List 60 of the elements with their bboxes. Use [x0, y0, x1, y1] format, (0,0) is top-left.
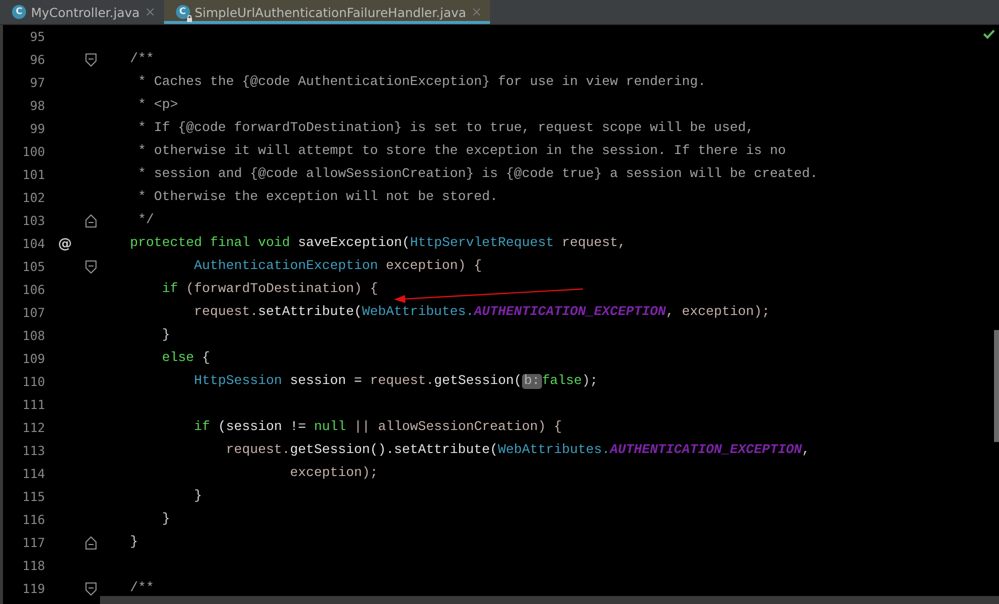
code-line: protected final void saveException(HttpServletRequest request,	[128, 235, 626, 253]
line-number: 107	[21, 305, 45, 320]
line-number: 119	[21, 581, 45, 596]
horizontal-scrollbar[interactable]	[100, 596, 999, 604]
code-line: HttpSession session = request.getSession(b:false);	[192, 373, 598, 391]
code-line: request.setAttribute(WebAttributes.AUTHENTICATION_EXCEPTION, exception);	[192, 304, 770, 322]
code-line: * session and {@code allowSessionCreation} is {@code true} a session will be created.	[136, 166, 818, 184]
code-line: /**	[128, 51, 154, 69]
line-number: 95	[28, 29, 45, 44]
line-number: 104	[21, 236, 45, 251]
scrollbar-thumb[interactable]	[994, 330, 999, 442]
code-line: else {	[160, 350, 210, 368]
close-icon[interactable]: ×	[144, 4, 156, 20]
file-tab[interactable]: C MyController.java ×	[0, 0, 164, 24]
code-line: }	[192, 488, 202, 506]
line-number: 113	[21, 443, 45, 458]
code-line: * Otherwise the exception will not be stored.	[136, 189, 498, 207]
file-tab[interactable]: C SimpleUrlAuthenticationFailureHandler.java ×	[164, 0, 490, 24]
line-number: 108	[21, 328, 45, 343]
class-icon: C	[12, 5, 26, 19]
code-line: * otherwise it will attempt to store the exception in the session. If there is no	[136, 143, 786, 161]
code-line: }	[160, 327, 170, 345]
line-number: 109	[21, 351, 45, 366]
line-number: 101	[21, 167, 45, 182]
line-number: 106	[21, 282, 45, 297]
line-number: 118	[21, 558, 45, 573]
line-number: 112	[21, 420, 45, 435]
fold-icon[interactable]	[85, 582, 97, 596]
line-number: 98	[28, 98, 45, 113]
code-line: request.getSession().setAttribute(WebAttributes.AUTHENTICATION_EXCEPTION,	[224, 442, 810, 460]
code-line: AuthenticationException exception) {	[192, 258, 482, 276]
line-number: 116	[21, 512, 45, 527]
code-line: if (forwardToDestination) {	[160, 281, 378, 299]
code-line: if (session != null || allowSessionCreation) {	[192, 419, 562, 437]
code-line: exception);	[288, 465, 378, 483]
line-number: 114	[21, 466, 45, 481]
class-icon: C	[176, 5, 190, 19]
override-marker[interactable]: @	[58, 236, 72, 252]
code-line: * Caches the {@code AuthenticationException} for use in view rendering.	[136, 74, 706, 92]
fold-icon[interactable]	[85, 214, 97, 228]
line-number: 110	[21, 374, 45, 389]
code-line: * <p>	[136, 97, 178, 115]
line-number: 103	[21, 213, 45, 228]
line-number: 115	[21, 489, 45, 504]
code-line: /**	[128, 580, 154, 598]
code-line: }	[128, 534, 138, 552]
line-number: 99	[28, 121, 45, 136]
fold-icon[interactable]	[85, 536, 97, 550]
line-number: 96	[28, 52, 45, 67]
code-line: * If {@code forwardToDestination} is set to true, request scope will be used,	[136, 120, 754, 138]
line-number: 117	[21, 535, 45, 550]
code-line: */	[136, 212, 154, 230]
fold-icon[interactable]	[85, 260, 97, 274]
line-number: 105	[21, 259, 45, 274]
code-line: }	[160, 511, 170, 529]
line-number: 97	[28, 75, 45, 90]
fold-icon[interactable]	[85, 52, 97, 66]
line-number: 102	[21, 190, 45, 205]
line-number: 100	[21, 144, 45, 159]
line-number: 111	[21, 397, 45, 412]
